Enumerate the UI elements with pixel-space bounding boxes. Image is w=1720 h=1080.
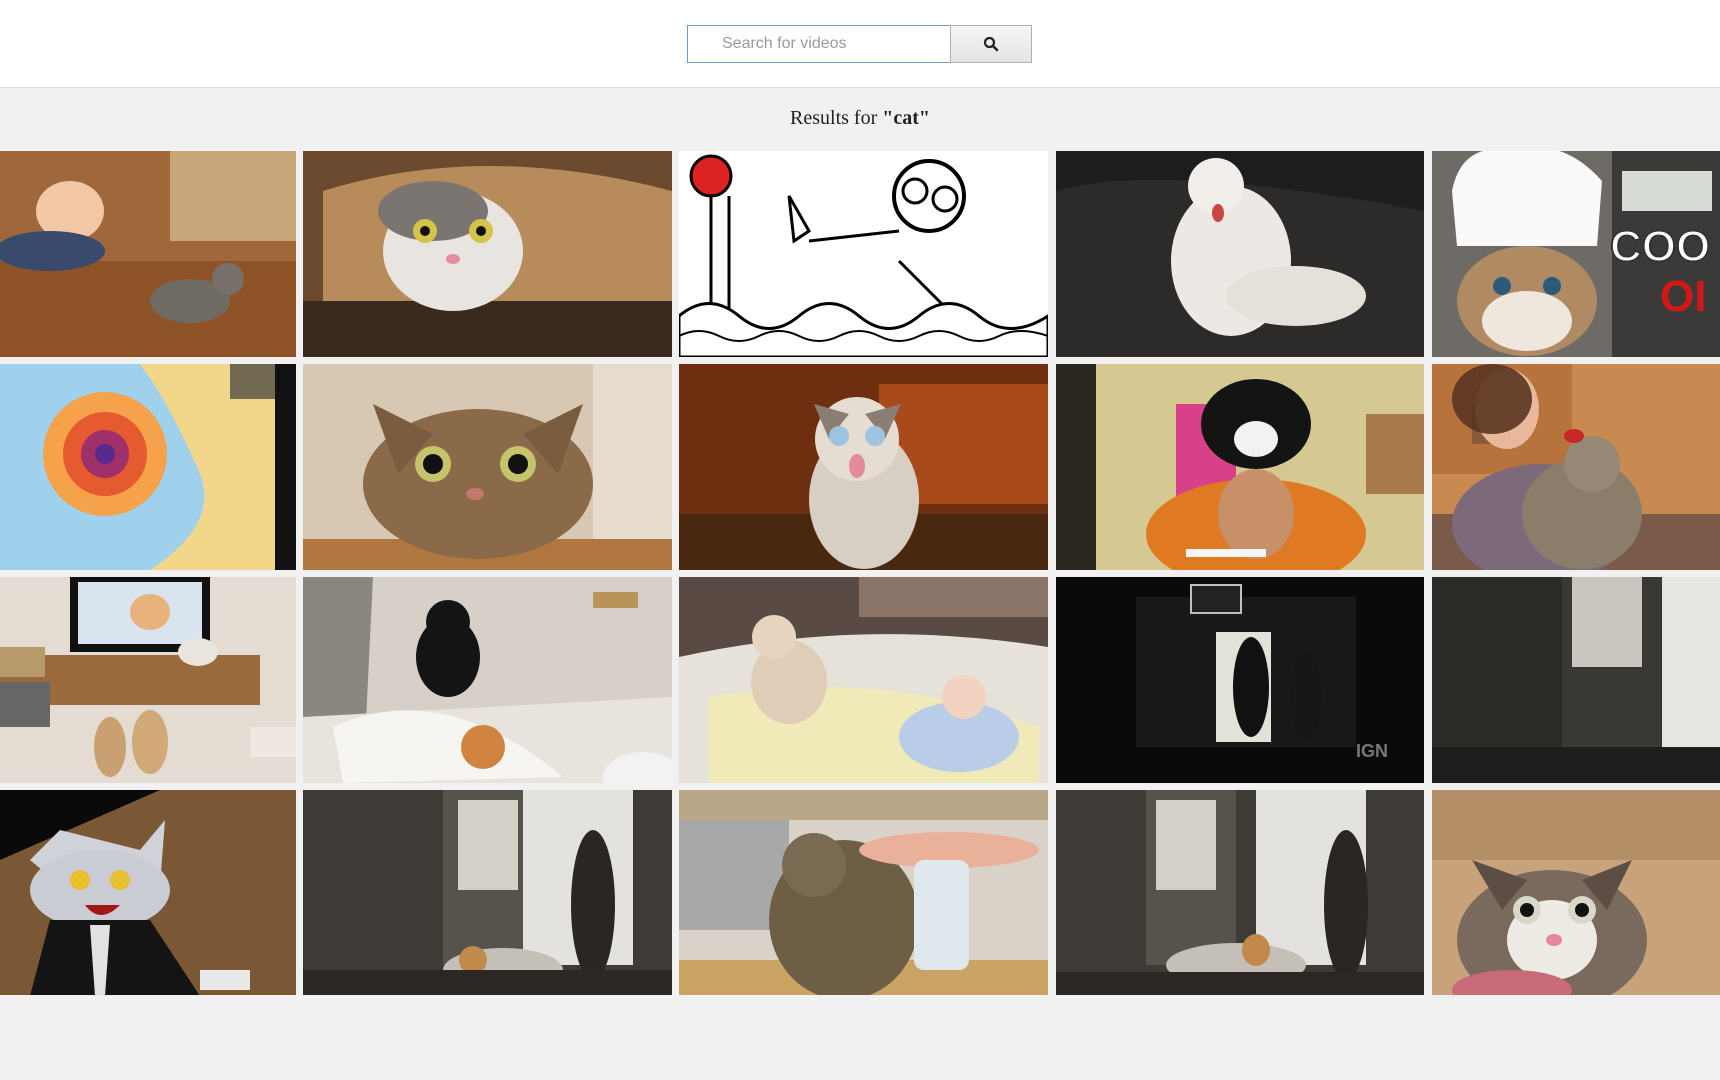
- video-thumbnail[interactable]: [1056, 790, 1424, 995]
- video-thumbnail[interactable]: [0, 577, 296, 783]
- video-thumbnail[interactable]: [303, 577, 672, 783]
- video-grid: COO OI IGN: [0, 151, 1720, 995]
- video-thumbnail[interactable]: [679, 364, 1048, 570]
- video-thumbnail[interactable]: [303, 790, 672, 995]
- video-thumbnail[interactable]: [1432, 364, 1720, 570]
- video-thumbnail[interactable]: [0, 151, 296, 357]
- video-thumbnail[interactable]: [679, 151, 1048, 357]
- thumbnail-overlay-text: OI: [1660, 272, 1706, 321]
- results-heading: Results for "cat": [0, 107, 1720, 130]
- thumbnail-overlay-text: IGN: [1356, 741, 1388, 761]
- search-input[interactable]: [687, 25, 950, 63]
- video-thumbnail[interactable]: COO OI: [1432, 151, 1720, 357]
- results-prefix: Results for: [790, 107, 883, 129]
- video-thumbnail[interactable]: [1056, 364, 1424, 570]
- search-icon: [983, 36, 999, 52]
- video-thumbnail[interactable]: [1432, 790, 1720, 995]
- video-thumbnail[interactable]: [0, 364, 296, 570]
- video-thumbnail[interactable]: [0, 790, 296, 995]
- video-thumbnail[interactable]: [1432, 577, 1720, 783]
- search-button[interactable]: [950, 25, 1032, 63]
- video-thumbnail[interactable]: [1056, 151, 1424, 357]
- results-query: "cat": [882, 107, 930, 129]
- video-thumbnail[interactable]: [679, 790, 1048, 995]
- video-thumbnail[interactable]: IGN: [1056, 577, 1424, 783]
- search-bar: [687, 25, 1032, 63]
- top-bar: [0, 0, 1720, 88]
- video-thumbnail[interactable]: [303, 151, 672, 357]
- thumbnail-overlay-text: COO: [1610, 222, 1710, 271]
- video-thumbnail[interactable]: [303, 364, 672, 570]
- video-thumbnail[interactable]: [679, 577, 1048, 783]
